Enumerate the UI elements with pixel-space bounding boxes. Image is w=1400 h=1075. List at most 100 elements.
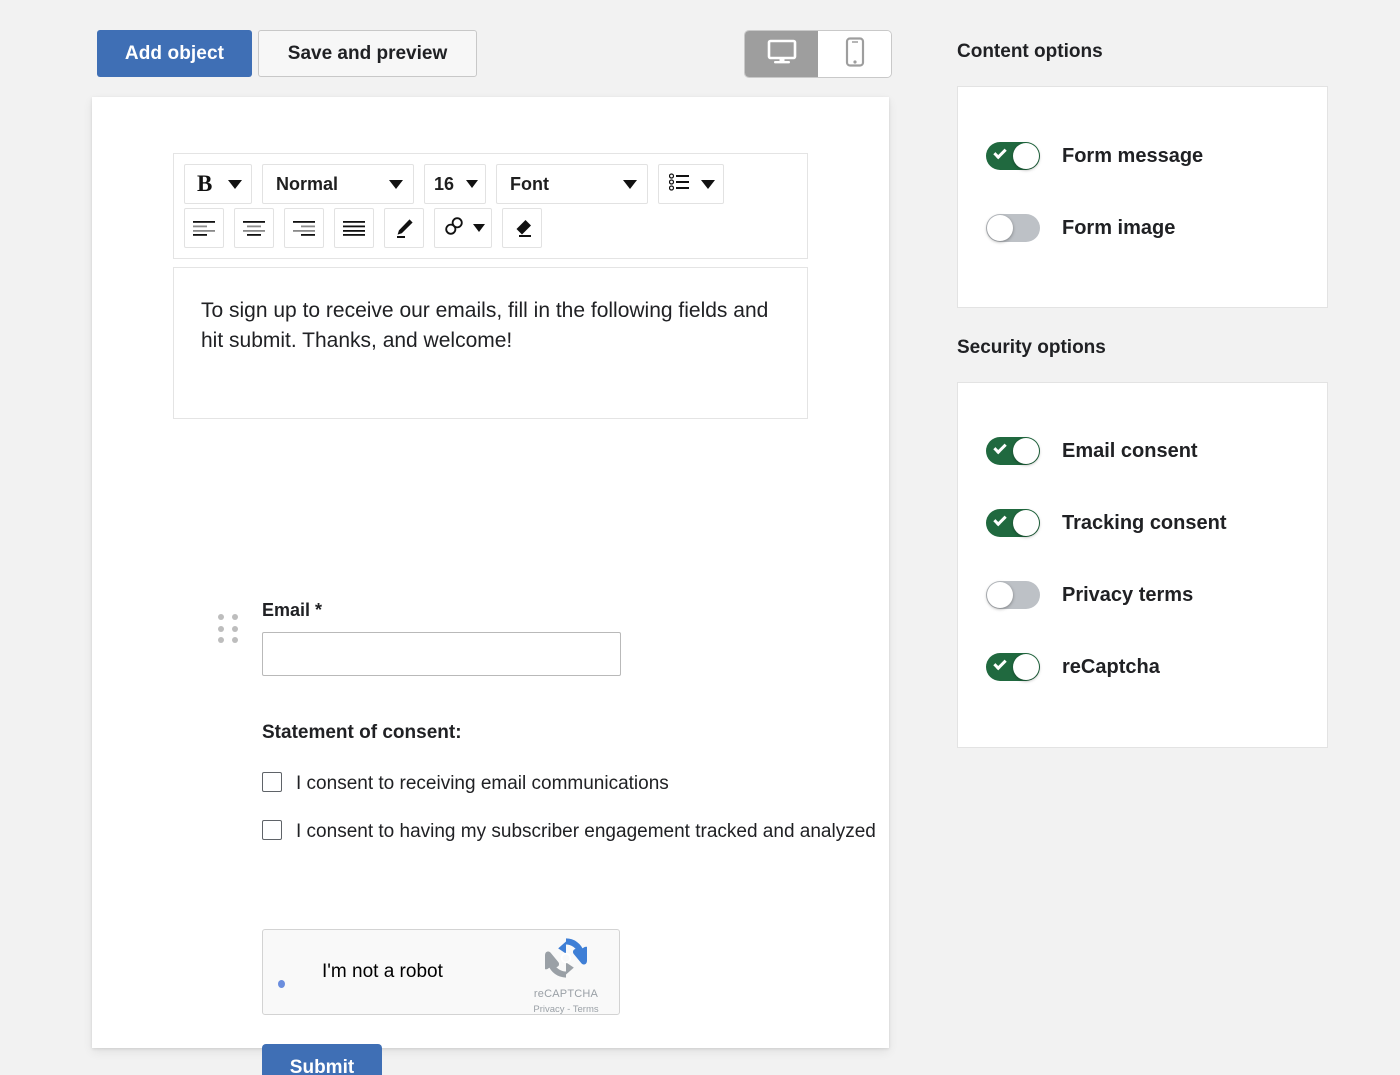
tracking-consent-option-label: Tracking consent bbox=[1062, 512, 1227, 535]
option-row-form-image[interactable]: Form image bbox=[986, 214, 1175, 242]
font-size-dropdown[interactable]: 16 bbox=[424, 164, 486, 204]
desktop-monitor-icon bbox=[767, 39, 797, 70]
option-row-recaptcha[interactable]: reCaptcha bbox=[986, 653, 1160, 681]
align-center-icon bbox=[243, 220, 265, 236]
align-left-button[interactable] bbox=[184, 208, 224, 248]
option-row-tracking-consent[interactable]: Tracking consent bbox=[986, 509, 1227, 537]
email-consent-option-label: Email consent bbox=[1062, 440, 1198, 463]
chevron-down-icon bbox=[701, 180, 715, 189]
consent-row[interactable]: I consent to having my subscriber engage… bbox=[262, 817, 882, 847]
eraser-button[interactable] bbox=[502, 208, 542, 248]
toggle-knob bbox=[1013, 654, 1039, 680]
consent-row[interactable]: I consent to receiving email communicati… bbox=[262, 769, 882, 799]
email-consent-label: I consent to receiving email communicati… bbox=[296, 769, 669, 799]
toggle-knob bbox=[1013, 510, 1039, 536]
link-icon bbox=[443, 215, 465, 242]
recaptcha-toggle[interactable] bbox=[986, 653, 1040, 681]
privacy-terms-toggle[interactable] bbox=[986, 581, 1040, 609]
chevron-down-icon bbox=[473, 224, 485, 232]
device-desktop-button[interactable] bbox=[745, 31, 818, 77]
form-image-toggle[interactable] bbox=[986, 214, 1040, 242]
rich-text-toolbar-row-2 bbox=[184, 206, 797, 250]
tracking-consent-label: I consent to having my subscriber engage… bbox=[296, 817, 876, 847]
email-input[interactable] bbox=[262, 632, 621, 676]
form-image-label: Form image bbox=[1062, 217, 1175, 240]
align-center-button[interactable] bbox=[234, 208, 274, 248]
option-row-form-message[interactable]: Form message bbox=[986, 142, 1203, 170]
form-message-label: Form message bbox=[1062, 145, 1203, 168]
chevron-down-icon bbox=[466, 180, 478, 188]
submit-button[interactable]: Submit bbox=[262, 1044, 382, 1075]
recaptcha-terms-link[interactable]: Privacy - Terms bbox=[522, 1004, 610, 1015]
toggle-knob bbox=[1013, 438, 1039, 464]
recaptcha-checkbox[interactable] bbox=[278, 980, 285, 988]
tracking-consent-checkbox[interactable] bbox=[262, 820, 282, 840]
recaptcha-logo-icon bbox=[522, 938, 610, 983]
top-toolbar: Add object Save and preview bbox=[0, 0, 940, 95]
content-options-card: Form message Form image bbox=[957, 86, 1328, 308]
content-options-title: Content options bbox=[957, 41, 1103, 63]
form-message-text: To sign up to receive our emails, fill i… bbox=[201, 296, 780, 356]
toggle-knob bbox=[987, 582, 1013, 608]
align-justify-button[interactable] bbox=[334, 208, 374, 248]
security-options-card: Email consent Tracking consent Privacy t… bbox=[957, 382, 1328, 748]
align-left-icon bbox=[193, 220, 215, 236]
drag-dot bbox=[218, 626, 224, 632]
check-icon bbox=[993, 513, 1006, 526]
statement-of-consent-title: Statement of consent: bbox=[262, 722, 462, 744]
drag-dots-icon[interactable] bbox=[218, 614, 238, 644]
pen-button[interactable] bbox=[384, 208, 424, 248]
align-justify-icon bbox=[343, 220, 365, 236]
security-options-title: Security options bbox=[957, 337, 1106, 359]
bold-dropdown[interactable]: B bbox=[184, 164, 252, 204]
option-row-privacy-terms[interactable]: Privacy terms bbox=[986, 581, 1193, 609]
chevron-down-icon bbox=[389, 180, 403, 189]
check-icon bbox=[993, 657, 1006, 670]
device-mobile-button[interactable] bbox=[818, 31, 891, 77]
add-object-button[interactable]: Add object bbox=[97, 30, 252, 77]
drag-dot bbox=[232, 637, 238, 643]
save-and-preview-button[interactable]: Save and preview bbox=[258, 30, 477, 77]
check-icon bbox=[993, 146, 1006, 159]
pen-icon bbox=[392, 216, 416, 240]
tracking-consent-toggle[interactable] bbox=[986, 509, 1040, 537]
recaptcha-option-label: reCaptcha bbox=[1062, 656, 1160, 679]
option-row-email-consent[interactable]: Email consent bbox=[986, 437, 1198, 465]
rich-text-toolbar-row-1: B Normal 16 Font bbox=[184, 162, 797, 206]
list-dropdown[interactable] bbox=[658, 164, 724, 204]
mobile-phone-icon bbox=[845, 37, 865, 72]
eraser-icon bbox=[510, 216, 534, 240]
align-right-button[interactable] bbox=[284, 208, 324, 248]
ordered-list-icon bbox=[669, 173, 689, 196]
recaptcha-widget[interactable]: I'm not a robot reCAPTCHA Privacy - Term… bbox=[262, 929, 620, 1015]
email-field-label: Email * bbox=[262, 600, 322, 621]
font-family-value: Font bbox=[510, 174, 549, 195]
drag-dot bbox=[218, 614, 224, 620]
drag-dot bbox=[232, 626, 238, 632]
align-right-icon bbox=[293, 220, 315, 236]
link-dropdown[interactable] bbox=[434, 208, 492, 248]
form-canvas: B Normal 16 Font bbox=[92, 97, 889, 1048]
paragraph-style-dropdown[interactable]: Normal bbox=[262, 164, 414, 204]
privacy-terms-label: Privacy terms bbox=[1062, 584, 1193, 607]
app-root: Add object Save and preview bbox=[0, 0, 1400, 1075]
rich-text-toolbar: B Normal 16 Font bbox=[173, 153, 808, 259]
font-size-value: 16 bbox=[434, 174, 454, 195]
form-message-editor[interactable]: To sign up to receive our emails, fill i… bbox=[173, 267, 808, 419]
email-consent-toggle[interactable] bbox=[986, 437, 1040, 465]
toggle-knob bbox=[1013, 143, 1039, 169]
email-consent-checkbox[interactable] bbox=[262, 772, 282, 792]
device-preview-switch bbox=[744, 30, 892, 78]
drag-dot bbox=[218, 637, 224, 643]
font-family-dropdown[interactable]: Font bbox=[496, 164, 648, 204]
chevron-down-icon bbox=[228, 180, 242, 189]
drag-dot bbox=[232, 614, 238, 620]
form-message-toggle[interactable] bbox=[986, 142, 1040, 170]
toggle-knob bbox=[987, 215, 1013, 241]
recaptcha-brand-name: reCAPTCHA bbox=[534, 988, 598, 1000]
chevron-down-icon bbox=[623, 180, 637, 189]
paragraph-style-value: Normal bbox=[276, 174, 338, 195]
recaptcha-branding: reCAPTCHA Privacy - Terms bbox=[522, 938, 610, 1015]
recaptcha-label: I'm not a robot bbox=[322, 961, 443, 983]
check-icon bbox=[993, 441, 1006, 454]
